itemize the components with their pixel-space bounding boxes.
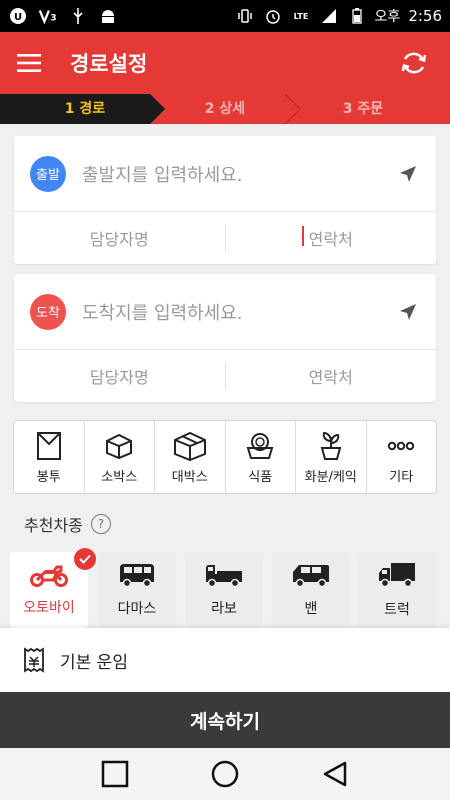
recommended-title: 추천차종 [24, 516, 83, 535]
category-other[interactable]: 기타 [367, 421, 437, 493]
svg-text:U: U [14, 12, 22, 23]
receipt-icon [22, 647, 46, 673]
vehicle-label: 밴 [304, 601, 318, 617]
signal-icon [319, 6, 339, 26]
more-dots-icon [387, 430, 415, 462]
origin-badge: 출발 [30, 155, 66, 192]
vehicle-label: 라보 [211, 601, 237, 617]
motorcycle-icon [29, 563, 69, 591]
pickup-truck-icon [204, 562, 244, 592]
category-label: 기타 [389, 469, 414, 485]
item-category-selector: 봉투 소박스 대박스 식품 화분/케익 기타 [13, 420, 437, 494]
back-icon[interactable] [315, 754, 355, 794]
category-envelope[interactable]: 봉투 [14, 421, 85, 493]
destination-badge: 도착 [30, 293, 66, 330]
origin-address-row[interactable]: 출발 출발지를 입력하세요. [14, 136, 436, 212]
lte-icon: LTE [291, 6, 311, 26]
vehicle-label: 다마스 [117, 601, 157, 617]
vehicle-truck[interactable]: 트럭 [358, 552, 436, 628]
location-arrow-icon[interactable] [396, 300, 420, 324]
vehicle-selector: 오토바이 다마스 라보 밴 트럭 [0, 548, 450, 628]
vehicle-motorcycle[interactable]: 오토바이 [10, 548, 96, 628]
large-box-icon [173, 430, 207, 462]
van-small-icon [118, 562, 156, 592]
refresh-icon[interactable] [394, 43, 434, 83]
alarm-icon [263, 6, 283, 26]
battery-icon [347, 6, 367, 26]
page-title: 경로설정 [70, 52, 148, 76]
category-label: 식품 [248, 469, 273, 485]
vehicle-label: 오토바이 [23, 600, 75, 616]
vehicle-van[interactable]: 밴 [272, 552, 350, 628]
category-food[interactable]: 식품 [226, 421, 296, 493]
u-plus-icon: U [8, 6, 28, 26]
step-order: 3 주문 [342, 101, 384, 117]
category-plant-cake[interactable]: 화분/케익 [296, 421, 367, 493]
recent-apps-icon[interactable] [95, 754, 135, 794]
origin-contact-phone-input[interactable]: 연락처 [309, 230, 353, 249]
category-label: 봉투 [36, 469, 61, 485]
destination-address-row[interactable]: 도착 도착지를 입력하세요. [14, 274, 436, 350]
svg-text:3: 3 [50, 14, 56, 24]
check-icon [74, 548, 96, 570]
hamburger-icon[interactable] [16, 52, 42, 74]
destination-contact-phone-input[interactable]: 연락처 [226, 364, 437, 388]
base-fare-label: 기본 운임 [60, 652, 128, 673]
step-indicator: 1 경로 2 상세 3 주문 [0, 94, 450, 124]
van-icon [291, 562, 331, 592]
continue-button[interactable]: 계속하기 [0, 692, 450, 748]
truck-icon [377, 561, 417, 593]
destination-contact-name-input[interactable]: 담당자명 [14, 364, 225, 388]
svg-text:LTE: LTE [293, 12, 308, 21]
destination-address-input[interactable]: 도착지를 입력하세요. [82, 299, 396, 325]
status-ampm: 오후 [374, 9, 401, 25]
help-icon[interactable]: ? [90, 514, 111, 534]
envelope-icon [36, 430, 62, 462]
text-cursor [301, 226, 304, 246]
usb-icon [68, 6, 88, 26]
vehicle-labo[interactable]: 라보 [185, 552, 263, 628]
android-icon [98, 6, 118, 26]
v3-icon: 3 [38, 6, 58, 26]
system-navigation-bar [0, 748, 450, 800]
category-label: 화분/케익 [304, 469, 357, 485]
plant-pot-icon [317, 430, 345, 462]
status-time: 2:56 [408, 7, 442, 25]
recommended-vehicle-heading: 추천차종 ? [24, 512, 111, 536]
app-bar: 경로설정 [0, 32, 450, 94]
vehicle-label: 트럭 [384, 602, 410, 618]
category-large-box[interactable]: 대박스 [155, 421, 226, 493]
home-icon[interactable] [205, 754, 245, 794]
status-bar: U 3 LTE 오후 2:56 [0, 0, 450, 32]
origin-card: 출발 출발지를 입력하세요. 담당자명 연락처 [14, 136, 436, 264]
category-label: 소박스 [101, 469, 138, 485]
location-arrow-icon[interactable] [396, 162, 420, 186]
origin-address-input[interactable]: 출발지를 입력하세요. [82, 161, 396, 187]
food-bowl-icon [245, 430, 275, 462]
vibrate-icon [235, 6, 255, 26]
base-fare-bar[interactable]: 기본 운임 [0, 628, 450, 692]
small-box-icon [105, 430, 133, 462]
step-detail: 2 상세 [204, 101, 246, 117]
step-route: 1 경로 [64, 101, 106, 117]
vehicle-damas[interactable]: 다마스 [98, 552, 176, 628]
category-label: 대박스 [171, 469, 208, 485]
destination-card: 도착 도착지를 입력하세요. 담당자명 연락처 [14, 274, 436, 402]
category-small-box[interactable]: 소박스 [85, 421, 155, 493]
origin-contact-name-input[interactable]: 담당자명 [14, 226, 225, 250]
